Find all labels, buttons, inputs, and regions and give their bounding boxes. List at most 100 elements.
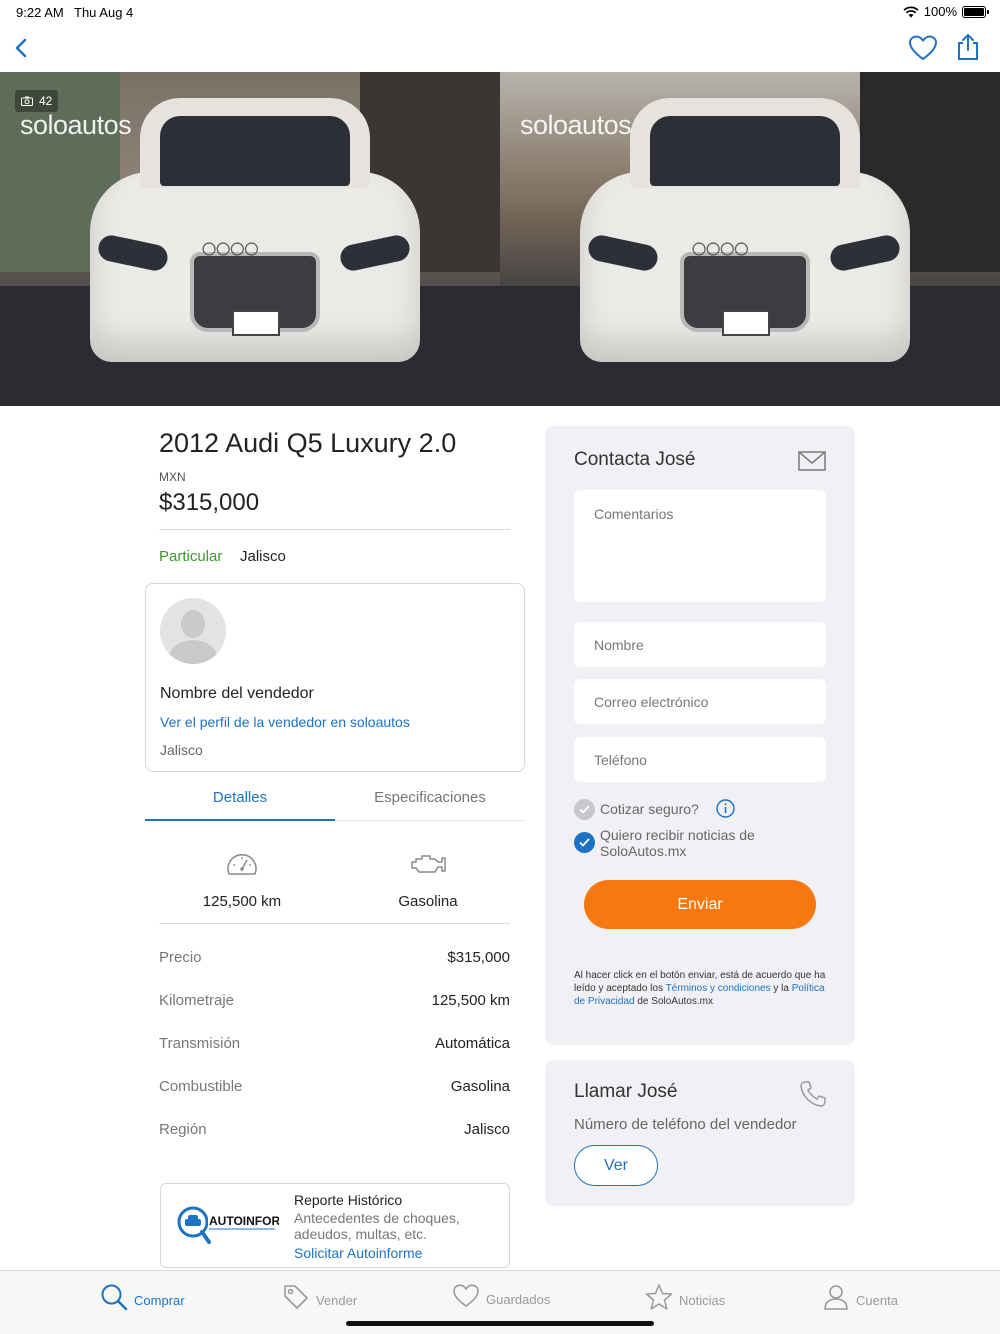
soloautos-watermark: soloautos bbox=[20, 110, 132, 140]
newsletter-checkbox-row[interactable]: Quiero recibir noticias de SoloAutos.mx bbox=[574, 827, 770, 859]
phone-icon bbox=[800, 1081, 826, 1107]
tab-especificaciones[interactable]: Especificaciones bbox=[335, 780, 525, 820]
tab-detalles[interactable]: Detalles bbox=[145, 780, 335, 821]
status-time: 9:22 AM bbox=[16, 5, 64, 20]
legal-text: y la bbox=[770, 983, 792, 994]
favorite-heart-icon[interactable] bbox=[908, 34, 938, 62]
contact-form-card: Contacta José Cotizar seguro? Quiero rec… bbox=[545, 426, 855, 1045]
seller-avatar bbox=[160, 598, 226, 664]
listing-price: $315,000 bbox=[159, 489, 260, 516]
insurance-checkbox[interactable] bbox=[574, 799, 595, 820]
camera-icon bbox=[21, 96, 33, 106]
engine-icon bbox=[411, 855, 446, 873]
tab-cuenta[interactable]: Cuenta bbox=[822, 1283, 898, 1311]
tab-label: Cuenta bbox=[856, 1292, 898, 1308]
wifi-icon bbox=[903, 5, 919, 17]
spec-row: Transmisión Automática bbox=[159, 1035, 510, 1052]
photo-count-badge: 42 bbox=[15, 90, 59, 112]
tab-label: Vender bbox=[316, 1292, 358, 1308]
newsletter-checkbox[interactable] bbox=[574, 832, 595, 853]
tab-comprar[interactable]: Comprar bbox=[100, 1283, 185, 1311]
star-icon bbox=[645, 1284, 673, 1310]
tab-label: Guardados bbox=[486, 1291, 551, 1307]
seller-name: Nombre del vendedor bbox=[160, 685, 314, 702]
autoinforme-logo-text: AUTOINFORME bbox=[209, 1214, 279, 1228]
view-phone-button[interactable]: Ver bbox=[574, 1145, 658, 1186]
name-field[interactable] bbox=[574, 622, 826, 667]
call-title: Llamar José bbox=[574, 1081, 678, 1102]
status-bar: 9:22 AM Thu Aug 4 100% bbox=[0, 0, 1000, 26]
divider bbox=[159, 529, 510, 530]
phone-field[interactable] bbox=[574, 737, 826, 782]
spec-key: Combustible bbox=[159, 1078, 243, 1095]
email-field[interactable] bbox=[574, 679, 826, 724]
spec-value: $315,000 bbox=[447, 949, 510, 966]
tab-guardados[interactable]: Guardados bbox=[452, 1283, 550, 1309]
seller-card: Nombre del vendedor Ver el perfil de la … bbox=[145, 583, 525, 772]
legal-notice: Al hacer click en el botón enviar, está … bbox=[574, 969, 834, 1008]
home-indicator bbox=[346, 1321, 654, 1326]
share-icon[interactable] bbox=[954, 32, 982, 62]
speedometer-icon bbox=[227, 854, 257, 875]
spec-value: Gasolina bbox=[450, 1078, 510, 1095]
report-title: Reporte Histórico bbox=[294, 1192, 403, 1208]
call-subtitle: Número de teléfono del vendedor bbox=[574, 1116, 797, 1133]
seller-region: Jalisco bbox=[160, 742, 203, 758]
request-report-link[interactable]: Solicitar Autoinforme bbox=[294, 1245, 422, 1261]
car-photo-1[interactable]: ○○○○ soloautos 42 bbox=[0, 72, 500, 406]
autoinforme-card[interactable]: AUTOINFORME Reporte Histórico Antecedent… bbox=[160, 1183, 510, 1268]
fuel-value: Gasolina bbox=[398, 893, 458, 910]
back-chevron-icon[interactable] bbox=[10, 34, 34, 62]
spec-value: 125,500 km bbox=[431, 992, 510, 1009]
heart-icon bbox=[453, 1284, 479, 1307]
spec-row: Región Jalisco bbox=[159, 1121, 510, 1138]
user-icon bbox=[824, 1285, 848, 1310]
autoinforme-logo: AUTOINFORME bbox=[177, 1206, 279, 1244]
price-currency: MXN bbox=[159, 470, 186, 484]
insurance-label: Cotizar seguro? bbox=[600, 801, 699, 817]
tab-noticias[interactable]: Noticias bbox=[645, 1283, 725, 1311]
battery-percent: 100% bbox=[923, 4, 957, 19]
spec-value: Automática bbox=[434, 1035, 510, 1052]
contact-title: Contacta José bbox=[574, 449, 696, 470]
call-card: Llamar José Número de teléfono del vende… bbox=[545, 1060, 855, 1206]
photo-count-value: 42 bbox=[39, 94, 53, 108]
tab-label: Comprar bbox=[134, 1292, 185, 1308]
info-icon[interactable] bbox=[716, 799, 735, 818]
report-description: Antecedentes de choques, adeudos, multas… bbox=[294, 1210, 460, 1242]
tag-icon bbox=[284, 1285, 308, 1309]
spec-key: Región bbox=[159, 1121, 207, 1138]
tab-label: Noticias bbox=[679, 1292, 726, 1308]
legal-text: de SoloAutos.mx bbox=[634, 996, 713, 1007]
newsletter-label: Quiero recibir noticias de SoloAutos.mx bbox=[600, 827, 755, 859]
spec-key: Kilometraje bbox=[159, 992, 235, 1009]
tab-vender[interactable]: Vender bbox=[282, 1283, 357, 1311]
mail-icon bbox=[798, 451, 826, 471]
photo-gallery[interactable]: ○○○○ soloautos 42 ○○○○ soloautos bbox=[0, 72, 1000, 406]
listing-title: 2012 Audi Q5 Luxury 2.0 bbox=[159, 428, 457, 458]
insurance-checkbox-row[interactable]: Cotizar seguro? bbox=[574, 799, 735, 820]
status-date: Thu Aug 4 bbox=[74, 5, 134, 20]
fuel-feature: Gasolina bbox=[343, 848, 513, 910]
terms-link[interactable]: Términos y condiciones bbox=[666, 983, 771, 994]
check-icon bbox=[579, 838, 590, 847]
spec-row: Precio $315,000 bbox=[159, 949, 510, 966]
divider bbox=[159, 923, 510, 924]
detail-tabs: Detalles Especificaciones bbox=[145, 780, 525, 821]
spec-row: Kilometraje 125,500 km bbox=[159, 992, 510, 1009]
status-right: 100% bbox=[903, 4, 989, 19]
listing-region: Jalisco bbox=[240, 548, 286, 565]
nav-bar bbox=[0, 26, 1000, 72]
check-icon bbox=[579, 805, 590, 814]
soloautos-watermark: soloautos bbox=[520, 110, 632, 140]
send-button[interactable]: Enviar bbox=[584, 880, 816, 929]
spec-key: Precio bbox=[159, 949, 202, 966]
comments-field[interactable] bbox=[574, 490, 826, 602]
car-photo-2[interactable]: ○○○○ soloautos bbox=[500, 72, 1000, 406]
battery-icon bbox=[962, 5, 989, 18]
seller-type-label: Particular bbox=[159, 548, 223, 565]
mileage-feature: 125,500 km bbox=[157, 848, 327, 910]
spec-value: Jalisco bbox=[464, 1121, 510, 1138]
seller-profile-link[interactable]: Ver el perfil de la vendedor en soloauto… bbox=[160, 714, 410, 730]
spec-row: Combustible Gasolina bbox=[159, 1078, 510, 1095]
